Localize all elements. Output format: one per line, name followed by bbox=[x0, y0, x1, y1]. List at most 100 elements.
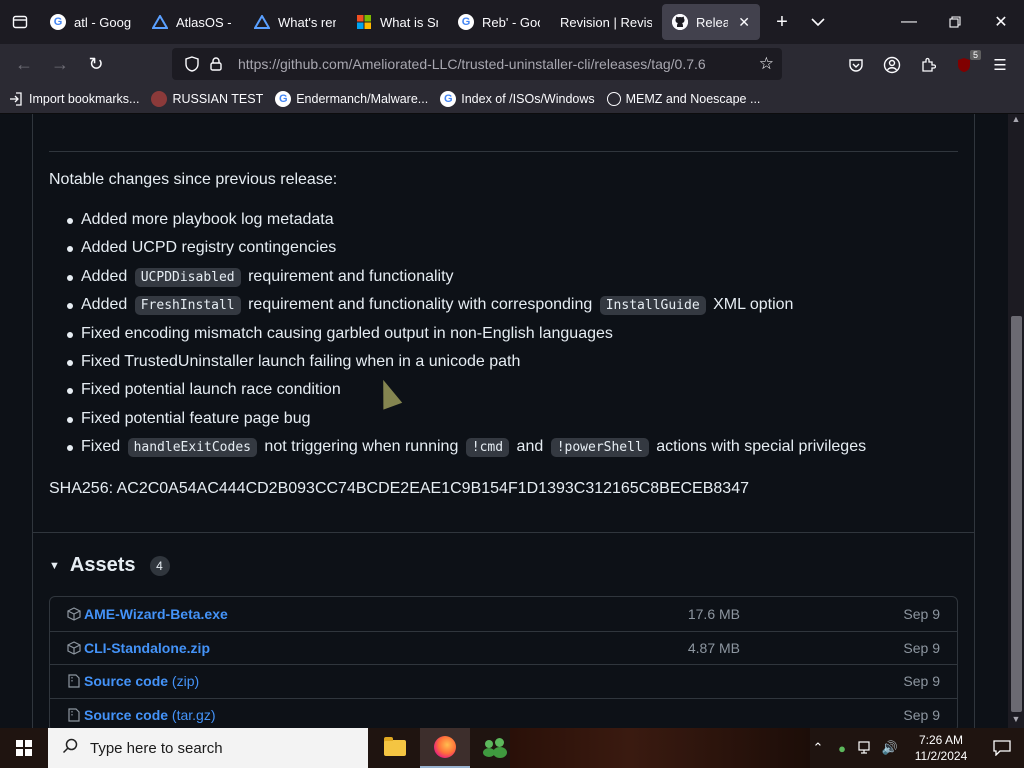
restore-button[interactable] bbox=[932, 0, 978, 44]
taskbar-search[interactable]: Type here to search bbox=[48, 728, 368, 768]
change-list-item: Fixed encoding mismatch causing garbled … bbox=[49, 320, 969, 348]
browser-tab[interactable]: What's rem bbox=[244, 0, 346, 44]
firefox-view-button[interactable] bbox=[0, 0, 40, 44]
chat-app-taskbar-button[interactable] bbox=[470, 728, 520, 768]
inline-code: UCPDDisabled bbox=[134, 267, 241, 287]
arrow-left-icon: ← bbox=[15, 53, 33, 74]
bookmark-item[interactable]: G Endermanch/Malware... bbox=[275, 90, 428, 107]
extensions-icon[interactable] bbox=[917, 54, 939, 76]
divider bbox=[32, 532, 975, 533]
change-text: Added bbox=[81, 267, 132, 285]
import-icon bbox=[8, 91, 24, 107]
browser-tab[interactable]: Release ✕ bbox=[662, 4, 760, 40]
chevron-up-icon[interactable]: ⌃ bbox=[806, 728, 830, 768]
change-text: Fixed encoding mismatch causing garbled … bbox=[81, 324, 613, 342]
changes-list: Added more playbook log metadata Added UC… bbox=[49, 206, 969, 462]
file-zip-icon bbox=[66, 674, 82, 688]
firefox-view-icon bbox=[12, 15, 28, 29]
russian-test-icon bbox=[151, 90, 168, 107]
file-zip-icon bbox=[66, 708, 82, 722]
change-text: actions with special privileges bbox=[651, 438, 867, 456]
list-all-tabs-button[interactable] bbox=[800, 4, 836, 40]
new-tab-button[interactable]: + bbox=[764, 4, 800, 40]
page-scrollbar[interactable]: ▲ ▼ bbox=[1008, 114, 1024, 728]
github-icon bbox=[672, 14, 688, 30]
google-icon: G bbox=[458, 14, 474, 30]
asset-link[interactable]: AME-Wizard-Beta.exe bbox=[84, 606, 228, 622]
google-icon: G bbox=[440, 90, 457, 107]
browser-tab[interactable]: Revision | Revis bbox=[550, 0, 662, 44]
change-text: and bbox=[512, 438, 548, 456]
close-window-button[interactable]: ✕ bbox=[978, 0, 1024, 44]
bookmark-item[interactable]: MEMZ and Noescape ... bbox=[606, 91, 760, 106]
hamburger-menu-icon[interactable]: ☰ bbox=[989, 54, 1011, 76]
windows-taskbar: Type here to search ⌃ ● 🔊 7:26 AM 11/2/2… bbox=[0, 728, 1024, 768]
asset-date: Sep 9 bbox=[903, 605, 940, 622]
forward-button[interactable]: → bbox=[42, 48, 78, 80]
browser-tab[interactable]: AtlasOS - A bbox=[142, 0, 244, 44]
firefox-taskbar-button[interactable] bbox=[420, 728, 470, 768]
tab-label: Revision | Revis bbox=[560, 14, 652, 30]
asset-link[interactable]: Source code (zip) bbox=[84, 673, 199, 689]
account-icon[interactable] bbox=[881, 54, 903, 76]
file-explorer-taskbar-button[interactable] bbox=[370, 728, 420, 768]
taskbar-wallpaper bbox=[510, 728, 810, 768]
change-text: Added UCPD registry contingencies bbox=[81, 239, 337, 257]
browser-tab[interactable]: Gatl - Googl bbox=[40, 0, 142, 44]
back-button[interactable]: ← bbox=[6, 48, 42, 80]
change-list-item: Added FreshInstall requirement and funct… bbox=[49, 291, 969, 319]
bookmark-item[interactable]: RUSSIAN TEST bbox=[151, 90, 264, 107]
inline-code: InstallGuide bbox=[599, 296, 706, 316]
scroll-thumb[interactable] bbox=[1011, 316, 1022, 712]
change-text: Fixed potential launch race condition bbox=[81, 381, 341, 399]
bookmark-item[interactable]: Import bookmarks... bbox=[8, 91, 139, 107]
minimize-button[interactable]: — bbox=[886, 0, 932, 44]
scroll-up-arrow[interactable]: ▲ bbox=[1008, 114, 1024, 128]
browser-tab[interactable]: What is Sm bbox=[346, 0, 448, 44]
reload-icon: ↻ bbox=[88, 53, 104, 74]
network-icon[interactable] bbox=[854, 728, 878, 768]
bookmark-star-icon[interactable]: ☆ bbox=[759, 54, 774, 74]
asset-size: 17.6 MB bbox=[687, 605, 740, 622]
volume-icon[interactable]: 🔊 bbox=[878, 728, 902, 768]
close-tab-icon[interactable]: ✕ bbox=[738, 14, 750, 31]
change-text: Fixed potential feature page bug bbox=[81, 409, 311, 427]
package-icon bbox=[66, 641, 82, 655]
tab-bar: Gatl - Googl AtlasOS - A What's rem What is… bbox=[0, 0, 1024, 44]
clock-date: 11/2/2024 bbox=[914, 749, 968, 763]
change-list-item: Fixed TrustedUninstaller launch failing … bbox=[49, 348, 969, 376]
asset-link[interactable]: CLI-Standalone.zip bbox=[84, 640, 210, 656]
clock-time: 7:26 AM bbox=[918, 733, 964, 747]
google-icon: G bbox=[50, 14, 66, 30]
assets-count-badge: 4 bbox=[149, 555, 170, 576]
arrow-right-icon: → bbox=[51, 53, 69, 74]
lock-icon[interactable] bbox=[204, 57, 228, 71]
shield-icon[interactable] bbox=[180, 56, 204, 72]
google-icon: G bbox=[275, 90, 292, 107]
pocket-icon[interactable] bbox=[845, 54, 867, 76]
notification-center-icon[interactable] bbox=[980, 728, 1024, 768]
browser-tab[interactable]: G Reb' - Goog bbox=[448, 0, 550, 44]
reload-button[interactable]: ↻ bbox=[78, 48, 114, 80]
change-text: requirement and functionality with corre… bbox=[243, 296, 597, 314]
bookmark-label: RUSSIAN TEST bbox=[172, 91, 264, 106]
asset-name: Source code bbox=[84, 706, 169, 723]
url-text[interactable]: https://github.com/Ameliorated-LLC/trust… bbox=[238, 56, 706, 72]
assets-list: AME-Wizard-Beta.exe 17.6 MB Sep 9 CLI-Stand… bbox=[49, 596, 958, 728]
bookmark-item[interactable]: G Index of /ISOs/Windows bbox=[440, 90, 595, 107]
ublock-origin-icon[interactable]: 5 bbox=[953, 50, 981, 76]
address-bar[interactable]: https://github.com/Ameliorated-LLC/trust… bbox=[172, 48, 782, 80]
clock[interactable]: 7:26 AM 11/2/2024 bbox=[902, 732, 980, 764]
people-tray-icon[interactable]: ● bbox=[830, 728, 854, 768]
scroll-down-arrow[interactable]: ▼ bbox=[1008, 714, 1024, 728]
asset-row: AME-Wizard-Beta.exe 17.6 MB Sep 9 bbox=[50, 597, 957, 631]
tab-label: atl - Googl bbox=[74, 14, 132, 30]
change-list-item: Added UCPD registry contingencies bbox=[49, 234, 969, 262]
asset-size: 4.87 MB bbox=[687, 639, 740, 656]
asset-link[interactable]: Source code (tar.gz) bbox=[84, 707, 216, 723]
assets-toggle[interactable]: ▼ Assets 4 bbox=[49, 554, 170, 577]
folder-icon bbox=[384, 737, 406, 756]
people-icon bbox=[483, 738, 507, 758]
start-button[interactable] bbox=[0, 728, 48, 768]
change-list-item: Fixed potential feature page bug bbox=[49, 405, 969, 433]
